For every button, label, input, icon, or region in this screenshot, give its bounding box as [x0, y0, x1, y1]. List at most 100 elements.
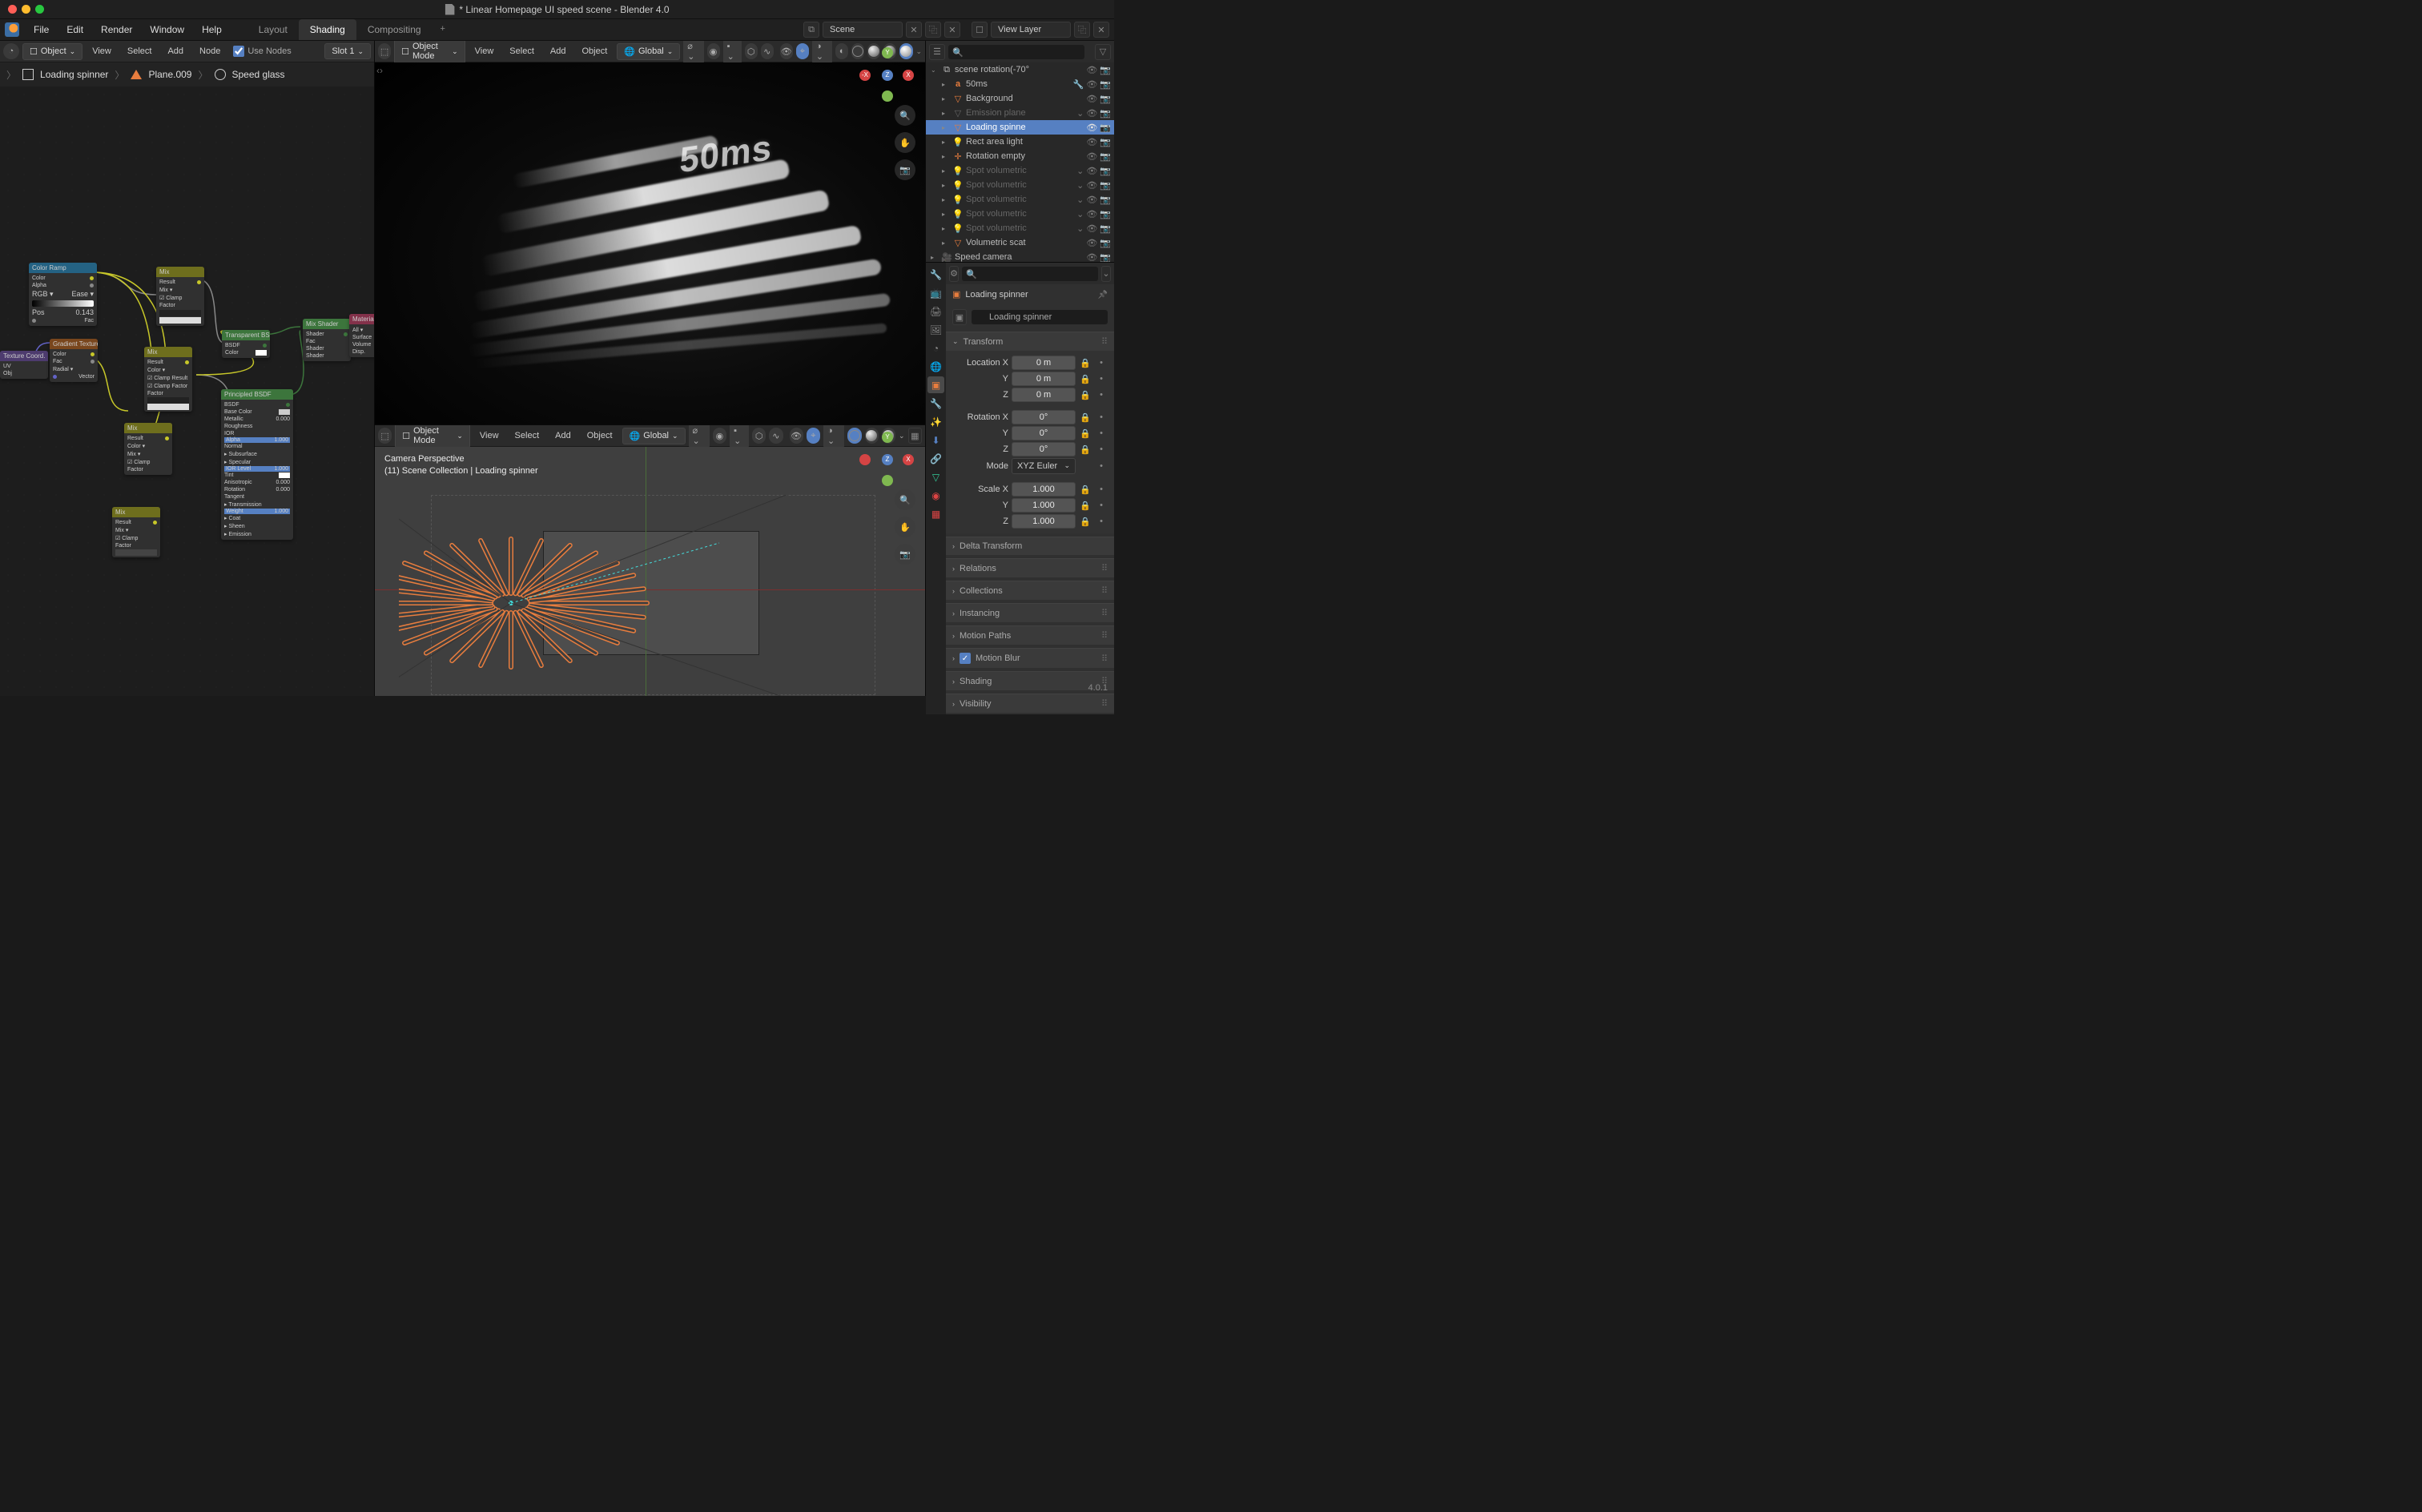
node-mix-shader[interactable]: Mix Shader Shader Fac Shader Shader: [303, 319, 351, 361]
scale-x-field[interactable]: 1.000: [1012, 482, 1076, 497]
overlay-toggle-icon[interactable]: ◑ ⌄: [812, 41, 832, 64]
wire-view-area[interactable]: Camera Perspective (11) Scene Collection…: [375, 447, 925, 696]
lock-icon[interactable]: 🔒: [1079, 412, 1092, 423]
vp2-menu-object[interactable]: Object: [581, 428, 619, 444]
node-principled-bsdf[interactable]: Principled BSDF BSDF Base Color Metallic…: [221, 389, 293, 540]
menu-window[interactable]: Window: [142, 21, 192, 38]
tab-particle-icon[interactable]: ✨: [927, 413, 944, 430]
tab-output-icon[interactable]: 🖨: [927, 303, 944, 320]
panel-header-motion-paths[interactable]: ›Motion Paths⠿: [946, 625, 1114, 645]
panel-header-delta-transform[interactable]: ›Delta Transform: [946, 537, 1114, 555]
panel-header-motion-blur[interactable]: ›✓Motion Blur⠿: [946, 648, 1114, 668]
breadcrumb-material[interactable]: Speed glass: [232, 69, 285, 80]
tab-viewlayer-icon[interactable]: 🖼: [927, 321, 944, 338]
outliner-row[interactable]: ▸ ▽ Volumetric scat 👁📷: [926, 235, 1114, 250]
node-menu-node[interactable]: Node: [193, 43, 227, 59]
use-nodes-checkbox[interactable]: Use Nodes: [230, 46, 294, 57]
node-color-ramp[interactable]: Color Ramp Color Alpha RGB ▾Ease ▾ Pos0.…: [29, 263, 97, 326]
viewlayer-copy-icon[interactable]: ⿻: [1074, 22, 1090, 38]
snap-target-icon[interactable]: ▪ ⌄: [730, 425, 749, 448]
lock-icon[interactable]: 🔒: [1079, 517, 1092, 527]
menu-render[interactable]: Render: [93, 21, 140, 38]
outliner-display-mode-icon[interactable]: ☰: [929, 44, 945, 60]
node-menu-add[interactable]: Add: [161, 43, 190, 59]
viewlayer-name-field[interactable]: View Layer: [991, 22, 1071, 38]
outliner-row[interactable]: ▸ a 50ms 🔧 👁📷: [926, 77, 1114, 91]
snap-toggle-icon[interactable]: ⬡: [745, 43, 758, 59]
outliner-row[interactable]: ▸ 💡 Spot volumetric ⌄ 👁📷: [926, 192, 1114, 207]
panel-header-visibility[interactable]: ›Visibility⠿: [946, 694, 1114, 713]
outliner-row[interactable]: ▸ 💡 Rect area light 👁📷: [926, 135, 1114, 149]
zoom-icon[interactable]: 🔍: [895, 105, 915, 126]
properties-search-input[interactable]: [962, 267, 1098, 281]
lock-icon[interactable]: 🔒: [1079, 358, 1092, 368]
rotation-y-field[interactable]: 0°: [1012, 426, 1076, 440]
node-mix-3[interactable]: Mix Result Color ▾ Mix ▾ ☑ Clamp Factor: [124, 423, 172, 475]
viewport-wireframe[interactable]: ⬚ ☐Object Mode ⌄ View Select Add Object …: [375, 425, 926, 696]
outliner-row[interactable]: ▸ 🎥 Speed camera 👁📷: [926, 250, 1114, 262]
workspace-layout[interactable]: Layout: [247, 19, 299, 40]
location-x-field[interactable]: 0 m: [1012, 356, 1076, 370]
panel-header-relations[interactable]: ›Relations⠿: [946, 558, 1114, 577]
tab-constraint-icon[interactable]: 🔗: [927, 450, 944, 467]
object-mode-dropdown[interactable]: ☐Object Mode ⌄: [394, 41, 465, 64]
vp-menu-object[interactable]: Object: [575, 43, 614, 59]
snap-toggle-icon[interactable]: ⬡: [752, 428, 766, 444]
outliner-row[interactable]: ▸ ✛ Rotation empty 👁📷: [926, 149, 1114, 163]
scene-pin-icon[interactable]: ✕: [906, 22, 922, 38]
vp2-menu-select[interactable]: Select: [509, 428, 546, 444]
snap-dropdown[interactable]: ⌀ ⌄: [683, 41, 703, 64]
visibility-icon[interactable]: 👁: [780, 43, 793, 59]
tab-modifier-icon[interactable]: 🔧: [927, 395, 944, 412]
nav-gizmo[interactable]: Y X Z: [863, 435, 911, 483]
editor-type-icon[interactable]: ⬚: [378, 428, 392, 444]
node-gradient[interactable]: Gradient Texture Color Fac Radial ▾ Vect…: [50, 339, 98, 382]
pin-icon[interactable]: [1098, 290, 1108, 300]
overlay-toggle-icon[interactable]: ◑ ⌄: [823, 425, 844, 448]
camera-view-icon[interactable]: 📷: [895, 159, 915, 180]
object-name-field[interactable]: [972, 310, 1108, 324]
outliner-row[interactable]: ⌄ ⧉ scene rotation(-70° 👁📷: [926, 62, 1114, 77]
outliner-row[interactable]: ▸ 💡 Spot volumetric ⌄ 👁📷: [926, 163, 1114, 178]
viewport-rendered[interactable]: ⬚ ☐Object Mode ⌄ View Select Add Object …: [375, 41, 926, 425]
scene-browse-icon[interactable]: ⧉: [803, 22, 819, 38]
tab-material-icon[interactable]: ◉: [927, 487, 944, 504]
snap-dropdown[interactable]: ⌀ ⌄: [689, 425, 710, 448]
scene-name-field[interactable]: Scene: [823, 22, 903, 38]
scene-copy-icon[interactable]: ⿻: [925, 22, 941, 38]
tab-render-icon[interactable]: 📺: [927, 284, 944, 301]
node-menu-select[interactable]: Select: [121, 43, 159, 59]
outliner-tree[interactable]: ⌄ ⧉ scene rotation(-70° 👁📷▸ a 50ms 🔧 👁📷▸…: [926, 62, 1114, 262]
vp-menu-add[interactable]: Add: [544, 43, 573, 59]
location-z-field[interactable]: 0 m: [1012, 388, 1076, 402]
vp2-menu-add[interactable]: Add: [549, 428, 577, 444]
outliner-row[interactable]: ▸ ▽ Background 👁📷: [926, 91, 1114, 106]
pan-icon[interactable]: ✋: [895, 132, 915, 153]
zoom-icon[interactable]: 🔍: [895, 489, 915, 510]
tab-texture-icon[interactable]: ▦: [927, 505, 944, 522]
node-mix-4[interactable]: Mix Result Mix ▾ ☑ Clamp Factor: [112, 507, 160, 557]
region-split-handle[interactable]: ‹›: [376, 65, 383, 76]
outliner-row[interactable]: ▸ ▽ Emission plane ⌄ 👁📷: [926, 106, 1114, 120]
material-slot-dropdown[interactable]: Slot 1 ⌄: [324, 43, 371, 59]
panel-header-collections[interactable]: ›Collections⠿: [946, 581, 1114, 600]
workspace-compositing[interactable]: Compositing: [356, 19, 432, 40]
outliner-row[interactable]: ▸ ▽ Loading spinne 👁📷: [926, 120, 1114, 135]
panel-header-transform[interactable]: ⌄Transform⠿: [946, 332, 1114, 351]
curve-icon[interactable]: ∿: [761, 43, 774, 59]
maximize-window-icon[interactable]: [35, 5, 44, 14]
gizmo-toggle-icon[interactable]: ⌖: [807, 428, 820, 444]
panel-header-instancing[interactable]: ›Instancing⠿: [946, 603, 1114, 622]
proportional-edit-icon[interactable]: ◉: [707, 43, 720, 59]
object-mode-dropdown[interactable]: ☐Object Mode ⌄: [395, 425, 470, 448]
transform-orientation-dropdown[interactable]: 🌐 Global ⌄: [622, 428, 686, 444]
xray-icon[interactable]: ◐: [835, 43, 848, 59]
workspace-add-button[interactable]: +: [432, 19, 453, 40]
proportional-edit-icon[interactable]: ◉: [713, 428, 726, 444]
shader-type-dropdown[interactable]: ☐Object ⌄: [22, 43, 82, 60]
breadcrumb-object[interactable]: Loading spinner: [40, 69, 108, 80]
lock-icon[interactable]: 🔒: [1079, 428, 1092, 439]
shading-wire-icon[interactable]: [847, 428, 861, 444]
outliner-filter-icon[interactable]: ▽: [1095, 44, 1111, 60]
location-y-field[interactable]: 0 m: [1012, 372, 1076, 386]
